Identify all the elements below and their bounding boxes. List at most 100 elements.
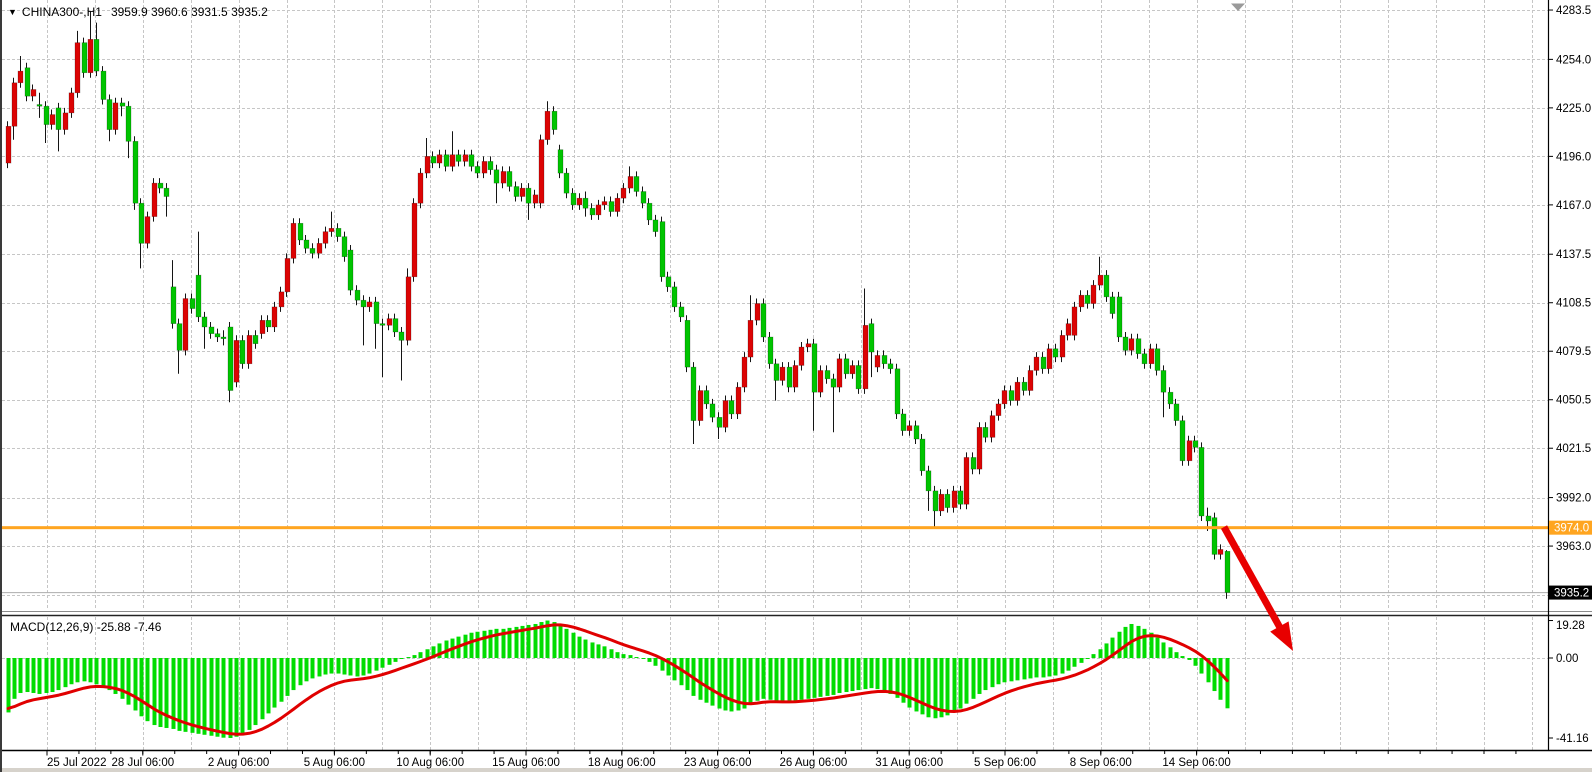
bear-candle	[101, 71, 106, 99]
bear-candle	[133, 141, 138, 203]
bear-candle	[25, 68, 30, 96]
bull-candle	[539, 140, 544, 204]
macd-histogram-bar	[1016, 658, 1020, 680]
bull-candle	[1091, 285, 1096, 303]
macd-histogram-bar	[711, 658, 715, 706]
price-axis[interactable]: 4283.54254.04225.04196.04167.04137.54108…	[1548, 5, 1592, 745]
macd-indicator	[7, 621, 1230, 738]
bull-candle	[1072, 307, 1077, 335]
price-tick-label: 4196.0	[1556, 151, 1591, 163]
macd-histogram-bar	[248, 658, 252, 730]
macd-histogram-bar	[108, 658, 112, 690]
time-axis[interactable]: 25 Jul 202228 Jul 06:002 Aug 06:005 Aug …	[47, 751, 1516, 770]
bull-candle	[329, 228, 334, 231]
bull-candle	[799, 347, 804, 365]
macd-histogram-bar	[13, 658, 17, 699]
macd-histogram-bar	[32, 658, 36, 693]
bear-candle	[914, 426, 919, 439]
bear-candle	[856, 365, 861, 388]
price-tick-label: 4283.5	[1556, 5, 1591, 17]
chart-canvas[interactable]: 4283.54254.04225.04196.04167.04137.54108…	[2, 0, 1592, 772]
macd-histogram-bar	[222, 658, 226, 738]
macd-histogram-bar	[870, 658, 874, 688]
macd-histogram-bar	[375, 658, 379, 671]
macd-histogram-bar	[616, 652, 620, 658]
price-tick-label: 4225.0	[1556, 103, 1591, 115]
bear-candle	[120, 103, 125, 106]
time-tick-label: 8 Sep 06:00	[1070, 757, 1132, 769]
bear-candle	[590, 208, 595, 215]
bear-candle	[1225, 551, 1230, 592]
macd-histogram-bar	[572, 633, 576, 658]
bear-candle	[882, 355, 887, 363]
macd-histogram-bar	[26, 658, 30, 692]
bull-candle	[463, 155, 468, 162]
bear-candle	[844, 359, 849, 374]
candlestick-series[interactable]	[6, 11, 1230, 599]
macd-histogram-bar	[235, 658, 239, 737]
bear-candle	[895, 369, 900, 414]
macd-histogram-bar	[305, 658, 309, 681]
price-tick-label: 4137.5	[1556, 249, 1591, 261]
bull-candle	[736, 387, 741, 414]
bear-candle	[475, 166, 480, 173]
macd-histogram-bar	[819, 658, 823, 697]
bear-candle	[729, 401, 734, 414]
macd-histogram-bar	[1137, 626, 1141, 658]
bull-candle	[952, 491, 957, 508]
macd-histogram-bar	[1200, 658, 1204, 674]
bull-candle	[1079, 295, 1084, 307]
bear-candle	[666, 277, 671, 287]
bear-candle	[494, 170, 499, 183]
macd-histogram-bar	[19, 658, 23, 693]
bear-candle	[1161, 370, 1166, 392]
trend-arrow-annotation[interactable]	[1224, 527, 1293, 651]
bear-candle	[647, 203, 652, 220]
bull-candle	[698, 391, 703, 421]
bear-candle	[825, 370, 830, 378]
bear-candle	[158, 183, 163, 188]
bear-candle	[691, 367, 696, 421]
macd-histogram-bar	[800, 658, 804, 700]
macd-histogram-bar	[1073, 658, 1077, 667]
bull-candle	[1047, 349, 1052, 369]
macd-histogram-bar	[1035, 658, 1039, 677]
bull-candle	[113, 103, 118, 130]
bull-candle	[996, 404, 1001, 416]
macd-histogram-bar	[597, 644, 601, 658]
macd-histogram-bar	[807, 658, 811, 699]
bull-candle	[806, 344, 811, 347]
macd-histogram-bar	[64, 658, 68, 687]
bear-candle	[444, 155, 449, 167]
bear-candle	[583, 198, 588, 208]
macd-histogram-bar	[756, 658, 760, 701]
macd-histogram-bar	[610, 649, 614, 658]
bear-candle	[768, 337, 773, 364]
macd-histogram-bar	[591, 642, 595, 658]
bull-candle	[602, 202, 607, 205]
time-tick-label: 5 Sep 06:00	[974, 757, 1036, 769]
macd-histogram-bar	[584, 640, 588, 658]
bear-candle	[926, 471, 931, 491]
macd-histogram-bar	[1099, 649, 1103, 658]
bull-candle	[596, 205, 601, 215]
bear-candle	[202, 317, 207, 327]
macd-histogram-bar	[730, 658, 734, 711]
bear-candle	[1174, 404, 1179, 421]
macd-histogram-bar	[1061, 658, 1065, 674]
bear-candle	[139, 203, 144, 243]
bull-candle	[145, 217, 150, 244]
macd-histogram-bar	[1169, 647, 1173, 658]
bear-candle	[1123, 337, 1128, 350]
bull-candle	[501, 171, 506, 183]
macd-histogram-bar	[400, 658, 404, 659]
symbol-dropdown-icon[interactable]: ▼	[8, 7, 17, 17]
macd-histogram-bar	[927, 658, 931, 717]
bear-candle	[82, 43, 87, 73]
bear-candle	[348, 250, 353, 290]
macd-histogram-bar	[1023, 658, 1027, 679]
horizontal-line-object[interactable]	[2, 526, 1548, 529]
macd-histogram-bar	[1219, 658, 1223, 700]
macd-histogram-bar	[337, 658, 341, 674]
bear-candle	[1136, 339, 1141, 354]
